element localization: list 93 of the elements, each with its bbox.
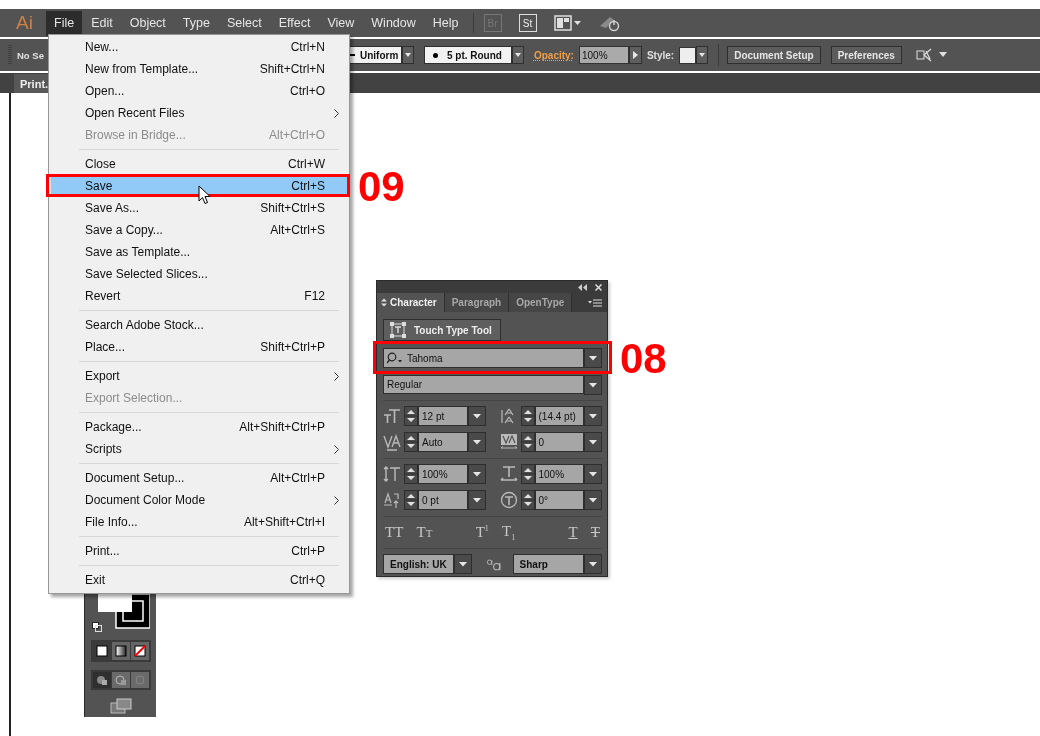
anti-aliasing-select[interactable]: Sharp <box>512 554 584 574</box>
menu-bar-item[interactable]: Help <box>424 10 467 36</box>
draw-behind-icon[interactable] <box>111 672 130 688</box>
stepper-icon[interactable] <box>520 490 535 510</box>
stepper-icon[interactable] <box>520 432 535 452</box>
menu-item[interactable]: Package... Alt+Shift+Ctrl+P <box>51 416 347 438</box>
no-fill-icon[interactable] <box>130 642 149 660</box>
stepper-icon[interactable] <box>404 432 418 452</box>
stepper-icon[interactable] <box>404 490 418 510</box>
menu-item[interactable]: Close Ctrl+W <box>51 153 347 175</box>
menu-item[interactable]: File Info... Alt+Shift+Ctrl+I <box>51 511 347 533</box>
menu-item[interactable]: Document Setup... Alt+Ctrl+P <box>51 467 347 489</box>
menu-item[interactable]: Document Color Mode <box>51 489 347 511</box>
value-field[interactable]: 100% <box>534 464 584 484</box>
stock-button[interactable]: St <box>518 14 537 32</box>
menu-item[interactable]: Save as Template... <box>51 241 347 263</box>
stepper-icon[interactable] <box>520 464 535 484</box>
menu-bar-item[interactable]: Effect <box>270 10 319 36</box>
selection-label: No Se <box>17 49 44 61</box>
gradient-fill-icon[interactable] <box>111 642 130 660</box>
small-caps-button[interactable]: Tt <box>416 523 433 541</box>
value-field[interactable]: 0° <box>534 490 584 510</box>
touch-type-icon <box>390 322 406 338</box>
language-select[interactable]: English: UK <box>383 554 455 574</box>
menu-bar-item[interactable]: Type <box>174 10 218 36</box>
baseline-shift-icon <box>383 491 401 509</box>
default-colors-icon[interactable] <box>92 622 102 632</box>
menu-bar-item[interactable]: Object <box>121 10 174 36</box>
superscript-button[interactable]: T$^{1}$ <box>475 523 489 541</box>
close-icon[interactable] <box>595 283 602 291</box>
font-size-icon <box>383 407 401 425</box>
menu-item[interactable]: Export <box>51 365 347 387</box>
expand-arrows-icon <box>381 298 387 307</box>
value-field[interactable]: 12 pt <box>418 406 468 426</box>
menu-item[interactable]: Place... Shift+Ctrl+P <box>51 336 347 358</box>
menu-bar-item[interactable]: Edit <box>83 10 121 36</box>
workspace-layout-icon[interactable] <box>553 15 582 31</box>
mouse-pointer-icon <box>198 185 212 205</box>
stepper-icon[interactable] <box>404 406 418 426</box>
panel-menu-icon[interactable] <box>588 298 602 307</box>
value-field[interactable]: 100% <box>418 464 468 484</box>
strikethrough-button[interactable]: T <box>590 523 600 541</box>
menu-bar-item[interactable]: Window <box>363 10 424 36</box>
app-logo: Ai <box>16 12 34 34</box>
menu-bar-item[interactable]: File <box>46 10 83 36</box>
menu-item[interactable]: Save Selected Slices... <box>51 263 347 285</box>
toolbar-button[interactable]: Document Setup <box>727 46 821 64</box>
touch-type-button[interactable]: Touch Type Tool <box>383 319 501 341</box>
horizontal-scale-icon <box>499 465 518 483</box>
menu-item[interactable]: Print... Ctrl+P <box>51 540 347 562</box>
toolbar-button[interactable]: Preferences <box>830 46 902 64</box>
style-swatch[interactable] <box>679 46 697 64</box>
anti-aliasing-icon <box>486 556 503 572</box>
stepper-icon[interactable] <box>520 406 535 426</box>
opacity-link[interactable]: Opacity: <box>533 49 574 61</box>
value-field[interactable]: (14.4 pt) <box>534 406 584 426</box>
brush-select[interactable]: 5 pt. Round <box>423 46 512 64</box>
panel-tab[interactable]: OpenType <box>509 293 573 312</box>
font-style-select[interactable]: Regular <box>383 375 584 394</box>
panel-tab[interactable]: Character <box>377 293 445 312</box>
kerning-icon <box>383 433 401 451</box>
panel-tab[interactable]: Paragraph <box>444 293 510 312</box>
menu-item[interactable]: Search Adobe Stock... <box>51 314 347 336</box>
menu-bar-item[interactable]: View <box>319 10 363 36</box>
style-label: Style: <box>646 49 675 61</box>
underline-button[interactable]: T <box>568 523 578 541</box>
menu-item[interactable]: Save As... Shift+Ctrl+S <box>51 197 347 219</box>
subscript-button[interactable]: T$_{1}$ <box>502 522 516 542</box>
menu-item[interactable]: Exit Ctrl+Q <box>51 569 347 591</box>
opacity-field[interactable]: 100% <box>578 46 629 64</box>
value-field[interactable]: Auto <box>418 432 468 452</box>
draw-inside-icon[interactable] <box>130 672 149 688</box>
collapse-icon[interactable] <box>578 283 587 291</box>
menu-bar-item[interactable]: Select <box>218 10 270 36</box>
step-number: 08 <box>620 338 667 380</box>
font-family-select[interactable]: Tahoma <box>383 348 584 368</box>
caret-icon[interactable] <box>938 52 947 58</box>
menu-item[interactable]: Scripts <box>51 438 347 460</box>
step-number: 09 <box>358 166 405 208</box>
arrange-icon[interactable] <box>914 47 933 63</box>
all-caps-button[interactable]: TT <box>385 523 404 541</box>
menu-item[interactable]: Open Recent Files <box>51 102 347 124</box>
menu-item[interactable]: Revert F12 <box>51 285 347 307</box>
menu-item[interactable]: Save a Copy... Alt+Ctrl+S <box>51 219 347 241</box>
value-field[interactable]: 0 pt <box>418 490 468 510</box>
rotation-icon <box>499 491 518 509</box>
vertical-scale-icon <box>383 465 401 483</box>
draw-normal-icon[interactable] <box>92 672 111 688</box>
value-field[interactable]: 0 <box>534 432 584 452</box>
search-icon[interactable] <box>387 352 403 364</box>
tracking-icon <box>499 433 518 451</box>
screen-mode-icon[interactable] <box>109 698 132 714</box>
stepper-icon[interactable] <box>404 464 418 484</box>
